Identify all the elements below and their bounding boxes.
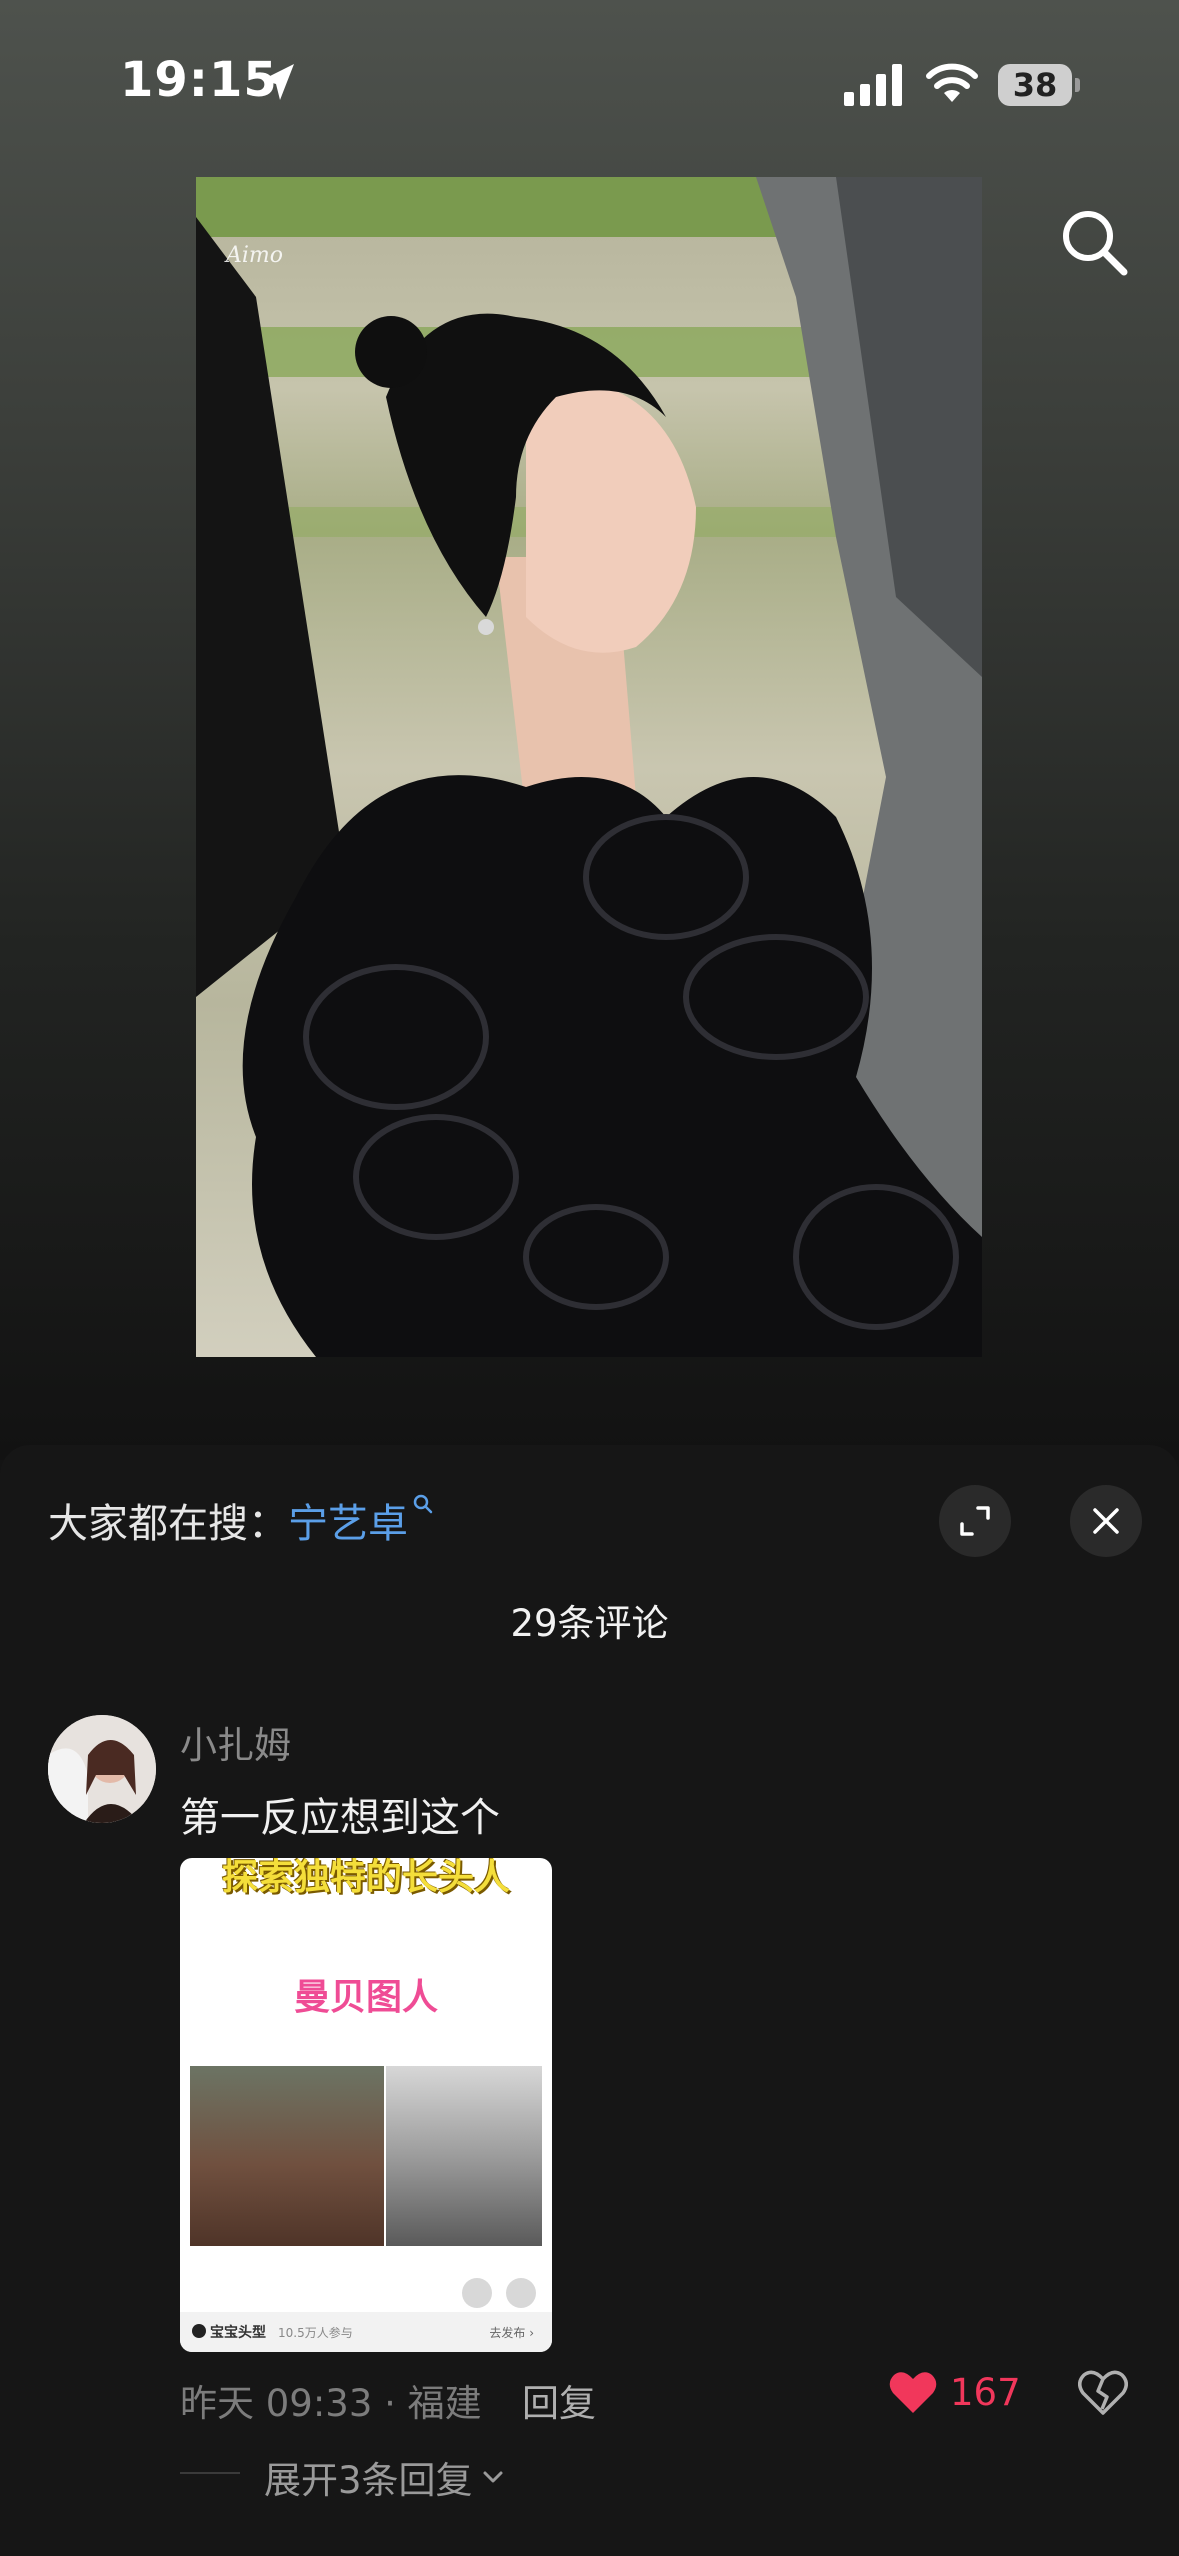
close-button[interactable] — [1070, 1485, 1142, 1557]
comment-image-footer[interactable]: 宝宝头型 10.5万人参与 去发布 › — [180, 2312, 552, 2352]
status-time: 19:15 — [120, 52, 278, 108]
footer-post-link[interactable]: 去发布 › — [489, 2324, 534, 2341]
small-search-icon — [413, 1494, 433, 1514]
photo-watermark: Aimo — [224, 243, 283, 268]
comment-time-location: 昨天 09:33 · 福建 — [180, 2382, 482, 2425]
comment-count: 29条评论 — [510, 1602, 669, 1645]
avatar[interactable] — [48, 1715, 156, 1823]
wifi-icon — [926, 63, 978, 102]
brand-logo-icon — [192, 2324, 206, 2338]
comment-username[interactable]: 小扎姆 — [180, 1715, 291, 1769]
trending-search[interactable]: 大家都在搜：宁艺卓 — [48, 1491, 434, 1549]
footer-brand: 宝宝头型 — [210, 2325, 266, 2341]
mute-icon[interactable] — [462, 2278, 492, 2308]
photo-illustration: Aimo — [196, 177, 982, 1357]
comment-image-header: 探索独特的长头人 — [221, 1858, 510, 1898]
signal-icon — [844, 64, 902, 106]
trending-keyword[interactable]: 宁艺卓 — [288, 1501, 408, 1547]
pause-icon[interactable] — [506, 2278, 536, 2308]
avatar-image — [48, 1715, 156, 1823]
media-area: 19:15 38 Aimo — [0, 0, 1179, 1460]
divider-line — [180, 2472, 240, 2474]
status-bar: 19:15 38 — [0, 0, 1179, 150]
expand-icon — [960, 1506, 990, 1536]
heart-icon — [889, 2372, 937, 2413]
search-icon[interactable] — [1056, 204, 1132, 280]
expand-button[interactable] — [939, 1485, 1011, 1557]
comment-image[interactable]: 探索独特的长头人 曼贝图人 宝宝头型 10.5万人参与 去发布 › — [180, 1858, 552, 2352]
comment-image-controls — [462, 2278, 536, 2308]
battery-cap — [1075, 78, 1080, 92]
like-count: 167 — [950, 2370, 1021, 2414]
chevron-down-icon — [483, 2471, 503, 2483]
post-photo[interactable]: Aimo — [196, 177, 982, 1357]
comment-image-photo-right — [386, 2066, 542, 2246]
broken-heart-icon[interactable] — [1078, 2369, 1128, 2417]
location-arrow-icon — [262, 64, 294, 100]
trending-prefix: 大家都在搜： — [48, 1501, 288, 1547]
comment-image-title: 曼贝图人 — [293, 1977, 438, 2018]
expand-replies-button[interactable]: 展开3条回复 — [264, 2450, 507, 2504]
reply-button[interactable]: 回复 — [522, 2373, 596, 2427]
battery-icon: 38 — [998, 64, 1072, 106]
expand-replies-label: 展开3条回复 — [264, 2459, 473, 2502]
comment-image-photo-left — [190, 2066, 384, 2246]
close-icon — [1093, 1508, 1119, 1534]
like-button[interactable]: 167 — [888, 2369, 1021, 2415]
comment-text: 第一反应想到这个 — [180, 1795, 500, 1841]
footer-participants: 10.5万人参与 — [278, 2325, 353, 2340]
comment-panel: 大家都在搜：宁艺卓 29条评论 小扎姆 第一反应想到这个 探索独特的长头人 曼贝… — [0, 1445, 1179, 2556]
